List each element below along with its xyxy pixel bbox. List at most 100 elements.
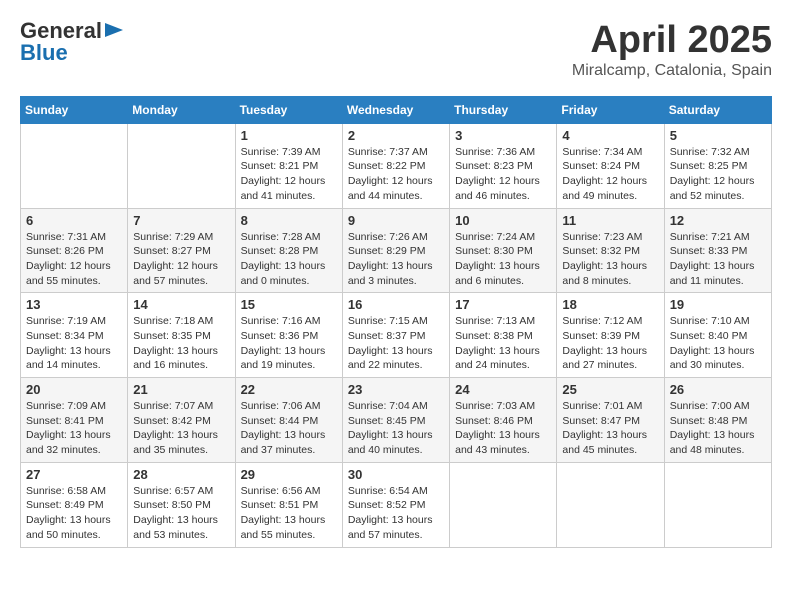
day-info: Sunrise: 7:32 AM Sunset: 8:25 PM Dayligh…: [670, 145, 766, 204]
day-info: Sunrise: 7:12 AM Sunset: 8:39 PM Dayligh…: [562, 314, 658, 373]
calendar-header-saturday: Saturday: [664, 96, 771, 123]
day-number: 23: [348, 382, 444, 397]
calendar-cell: 19 Sunrise: 7:10 AM Sunset: 8:40 PM Dayli…: [664, 293, 771, 378]
day-info: Sunrise: 7:09 AM Sunset: 8:41 PM Dayligh…: [26, 399, 122, 458]
calendar-header-sunday: Sunday: [21, 96, 128, 123]
month-title: April 2025: [572, 20, 772, 62]
day-info: Sunrise: 7:04 AM Sunset: 8:45 PM Dayligh…: [348, 399, 444, 458]
calendar-cell: 16 Sunrise: 7:15 AM Sunset: 8:37 PM Dayli…: [342, 293, 449, 378]
calendar-cell: [664, 462, 771, 547]
calendar-week-row: 27 Sunrise: 6:58 AM Sunset: 8:49 PM Dayli…: [21, 462, 772, 547]
day-number: 12: [670, 213, 766, 228]
day-info: Sunrise: 7:13 AM Sunset: 8:38 PM Dayligh…: [455, 314, 551, 373]
day-number: 4: [562, 128, 658, 143]
day-info: Sunrise: 6:58 AM Sunset: 8:49 PM Dayligh…: [26, 484, 122, 543]
day-number: 30: [348, 467, 444, 482]
calendar-cell: 15 Sunrise: 7:16 AM Sunset: 8:36 PM Dayli…: [235, 293, 342, 378]
day-number: 15: [241, 297, 337, 312]
day-number: 11: [562, 213, 658, 228]
day-number: 16: [348, 297, 444, 312]
calendar-header-row: SundayMondayTuesdayWednesdayThursdayFrid…: [21, 96, 772, 123]
day-info: Sunrise: 7:23 AM Sunset: 8:32 PM Dayligh…: [562, 230, 658, 289]
logo-arrow-icon: [105, 23, 123, 37]
day-info: Sunrise: 7:24 AM Sunset: 8:30 PM Dayligh…: [455, 230, 551, 289]
title-block: April 2025 Miralcamp, Catalonia, Spain: [572, 20, 772, 80]
calendar-cell: 7 Sunrise: 7:29 AM Sunset: 8:27 PM Daylig…: [128, 208, 235, 293]
day-info: Sunrise: 7:16 AM Sunset: 8:36 PM Dayligh…: [241, 314, 337, 373]
calendar-cell: 28 Sunrise: 6:57 AM Sunset: 8:50 PM Dayli…: [128, 462, 235, 547]
day-info: Sunrise: 7:18 AM Sunset: 8:35 PM Dayligh…: [133, 314, 229, 373]
calendar-cell: 14Sunrise: 7:18 AM Sunset: 8:35 PM Dayli…: [128, 293, 235, 378]
calendar-cell: 3 Sunrise: 7:36 AM Sunset: 8:23 PM Daylig…: [450, 123, 557, 208]
calendar-cell: 26 Sunrise: 7:00 AM Sunset: 8:48 PM Dayli…: [664, 378, 771, 463]
day-number: 28: [133, 467, 229, 482]
day-number: 3: [455, 128, 551, 143]
calendar-header-wednesday: Wednesday: [342, 96, 449, 123]
day-number: 6: [26, 213, 122, 228]
day-info: Sunrise: 7:10 AM Sunset: 8:40 PM Dayligh…: [670, 314, 766, 373]
day-info: Sunrise: 7:29 AM Sunset: 8:27 PM Dayligh…: [133, 230, 229, 289]
calendar-cell: 27 Sunrise: 6:58 AM Sunset: 8:49 PM Dayli…: [21, 462, 128, 547]
day-info: Sunrise: 7:15 AM Sunset: 8:37 PM Dayligh…: [348, 314, 444, 373]
day-info: Sunrise: 7:31 AM Sunset: 8:26 PM Dayligh…: [26, 230, 122, 289]
day-number: 13: [26, 297, 122, 312]
day-info: Sunrise: 7:00 AM Sunset: 8:48 PM Dayligh…: [670, 399, 766, 458]
calendar-table: SundayMondayTuesdayWednesdayThursdayFrid…: [20, 96, 772, 548]
calendar-cell: 9 Sunrise: 7:26 AM Sunset: 8:29 PM Daylig…: [342, 208, 449, 293]
day-info: Sunrise: 7:19 AM Sunset: 8:34 PM Dayligh…: [26, 314, 122, 373]
day-number: 29: [241, 467, 337, 482]
calendar-cell: 2Sunrise: 7:37 AM Sunset: 8:22 PM Daylig…: [342, 123, 449, 208]
calendar-cell: 5 Sunrise: 7:32 AM Sunset: 8:25 PM Daylig…: [664, 123, 771, 208]
calendar-week-row: 20 Sunrise: 7:09 AM Sunset: 8:41 PM Dayli…: [21, 378, 772, 463]
calendar-cell: 21 Sunrise: 7:07 AM Sunset: 8:42 PM Dayli…: [128, 378, 235, 463]
calendar-header-thursday: Thursday: [450, 96, 557, 123]
day-number: 5: [670, 128, 766, 143]
day-number: 27: [26, 467, 122, 482]
logo-text-general: General: [20, 20, 102, 42]
day-info: Sunrise: 7:34 AM Sunset: 8:24 PM Dayligh…: [562, 145, 658, 204]
calendar-cell: 24Sunrise: 7:03 AM Sunset: 8:46 PM Dayli…: [450, 378, 557, 463]
day-info: Sunrise: 7:07 AM Sunset: 8:42 PM Dayligh…: [133, 399, 229, 458]
day-info: Sunrise: 7:37 AM Sunset: 8:22 PM Dayligh…: [348, 145, 444, 204]
calendar-cell: [450, 462, 557, 547]
day-number: 7: [133, 213, 229, 228]
calendar-cell: 8 Sunrise: 7:28 AM Sunset: 8:28 PM Daylig…: [235, 208, 342, 293]
day-info: Sunrise: 7:28 AM Sunset: 8:28 PM Dayligh…: [241, 230, 337, 289]
calendar-cell: 20 Sunrise: 7:09 AM Sunset: 8:41 PM Dayli…: [21, 378, 128, 463]
calendar-cell: 11 Sunrise: 7:23 AM Sunset: 8:32 PM Dayli…: [557, 208, 664, 293]
calendar-cell: [21, 123, 128, 208]
day-info: Sunrise: 7:26 AM Sunset: 8:29 PM Dayligh…: [348, 230, 444, 289]
day-info: Sunrise: 7:03 AM Sunset: 8:46 PM Dayligh…: [455, 399, 551, 458]
calendar-cell: 1 Sunrise: 7:39 AM Sunset: 8:21 PM Daylig…: [235, 123, 342, 208]
day-number: 8: [241, 213, 337, 228]
calendar-cell: 12 Sunrise: 7:21 AM Sunset: 8:33 PM Dayli…: [664, 208, 771, 293]
day-info: Sunrise: 7:01 AM Sunset: 8:47 PM Dayligh…: [562, 399, 658, 458]
calendar-week-row: 13 Sunrise: 7:19 AM Sunset: 8:34 PM Dayli…: [21, 293, 772, 378]
calendar-cell: 29 Sunrise: 6:56 AM Sunset: 8:51 PM Dayli…: [235, 462, 342, 547]
calendar-header-tuesday: Tuesday: [235, 96, 342, 123]
day-number: 9: [348, 213, 444, 228]
logo: General Blue: [20, 20, 123, 64]
calendar-week-row: 6 Sunrise: 7:31 AM Sunset: 8:26 PM Daylig…: [21, 208, 772, 293]
day-number: 22: [241, 382, 337, 397]
day-info: Sunrise: 7:06 AM Sunset: 8:44 PM Dayligh…: [241, 399, 337, 458]
day-number: 1: [241, 128, 337, 143]
day-info: Sunrise: 6:56 AM Sunset: 8:51 PM Dayligh…: [241, 484, 337, 543]
day-info: Sunrise: 7:36 AM Sunset: 8:23 PM Dayligh…: [455, 145, 551, 204]
day-info: Sunrise: 7:39 AM Sunset: 8:21 PM Dayligh…: [241, 145, 337, 204]
day-number: 19: [670, 297, 766, 312]
day-number: 20: [26, 382, 122, 397]
day-number: 25: [562, 382, 658, 397]
calendar-cell: 23 Sunrise: 7:04 AM Sunset: 8:45 PM Dayli…: [342, 378, 449, 463]
calendar-header-monday: Monday: [128, 96, 235, 123]
day-info: Sunrise: 6:57 AM Sunset: 8:50 PM Dayligh…: [133, 484, 229, 543]
calendar-cell: 25 Sunrise: 7:01 AM Sunset: 8:47 PM Dayli…: [557, 378, 664, 463]
day-info: Sunrise: 7:21 AM Sunset: 8:33 PM Dayligh…: [670, 230, 766, 289]
calendar-cell: 30Sunrise: 6:54 AM Sunset: 8:52 PM Dayli…: [342, 462, 449, 547]
day-number: 21: [133, 382, 229, 397]
calendar-week-row: 1 Sunrise: 7:39 AM Sunset: 8:21 PM Daylig…: [21, 123, 772, 208]
calendar-cell: 17 Sunrise: 7:13 AM Sunset: 8:38 PM Dayli…: [450, 293, 557, 378]
day-number: 26: [670, 382, 766, 397]
calendar-cell: 13 Sunrise: 7:19 AM Sunset: 8:34 PM Dayli…: [21, 293, 128, 378]
day-number: 17: [455, 297, 551, 312]
